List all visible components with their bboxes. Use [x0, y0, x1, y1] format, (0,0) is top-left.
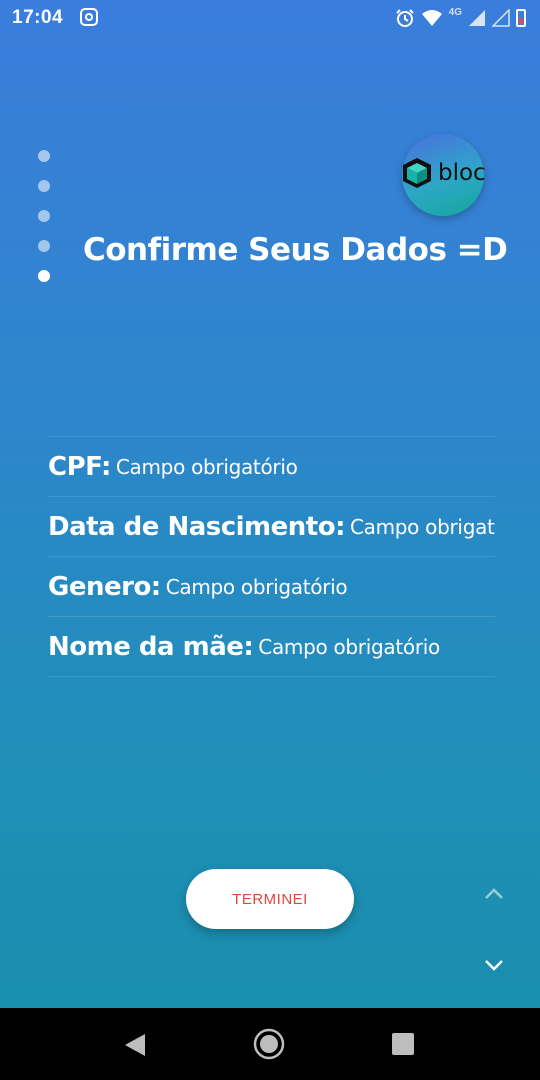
status-time: 17:04	[12, 7, 64, 28]
alarm-icon	[395, 9, 414, 27]
field-birth-date[interactable]: Data de Nascimento: Campo obrigatório	[48, 497, 495, 557]
field-gender[interactable]: Genero: Campo obrigatório	[48, 557, 495, 617]
field-value: Campo obrigatório	[115, 454, 298, 479]
field-label: Genero:	[48, 571, 161, 602]
data-fields-list: CPF: Campo obrigatório Data de Nasciment…	[48, 436, 495, 677]
page-dot[interactable]	[38, 240, 50, 252]
instagram-icon	[80, 8, 98, 26]
page-indicator	[38, 150, 52, 300]
field-value: Campo obrigatório	[349, 514, 495, 539]
cube-icon	[403, 158, 431, 188]
signal-icon	[469, 10, 485, 26]
field-label: CPF:	[48, 451, 111, 482]
signal-empty-icon	[492, 9, 510, 27]
done-button[interactable]: TERMINEI	[186, 869, 354, 929]
page-title: Confirme Seus Dados =D	[83, 232, 508, 268]
field-value: Campo obrigatório	[165, 574, 348, 599]
status-bar: 17:04 4G	[0, 0, 540, 36]
page-dot[interactable]	[38, 150, 50, 162]
home-icon[interactable]	[253, 1028, 285, 1060]
field-label: Nome da mãe:	[48, 631, 254, 662]
battery-icon	[516, 9, 526, 27]
network-type: 4G	[448, 6, 462, 18]
field-mother-name[interactable]: Nome da mãe: Campo obrigatório	[48, 617, 495, 677]
logo-text: bloc	[438, 160, 486, 186]
recents-icon[interactable]	[392, 1033, 414, 1055]
field-value: Campo obrigatório	[258, 634, 440, 659]
page-dot[interactable]	[38, 180, 50, 192]
status-icons: 4G	[395, 6, 526, 30]
app-screen: 17:04 4G bloc Confirme Seus Dados =D CPF…	[0, 0, 540, 1008]
page-dot[interactable]	[38, 210, 50, 222]
wifi-icon	[421, 10, 442, 26]
field-label: Data de Nascimento:	[48, 511, 345, 542]
back-icon[interactable]	[124, 1033, 146, 1057]
page-dot-active[interactable]	[38, 270, 50, 282]
chevron-up-icon[interactable]	[483, 886, 505, 900]
field-cpf[interactable]: CPF: Campo obrigatório	[48, 437, 495, 497]
chevron-down-icon[interactable]	[483, 958, 505, 972]
bloc-logo: bloc	[402, 134, 486, 216]
